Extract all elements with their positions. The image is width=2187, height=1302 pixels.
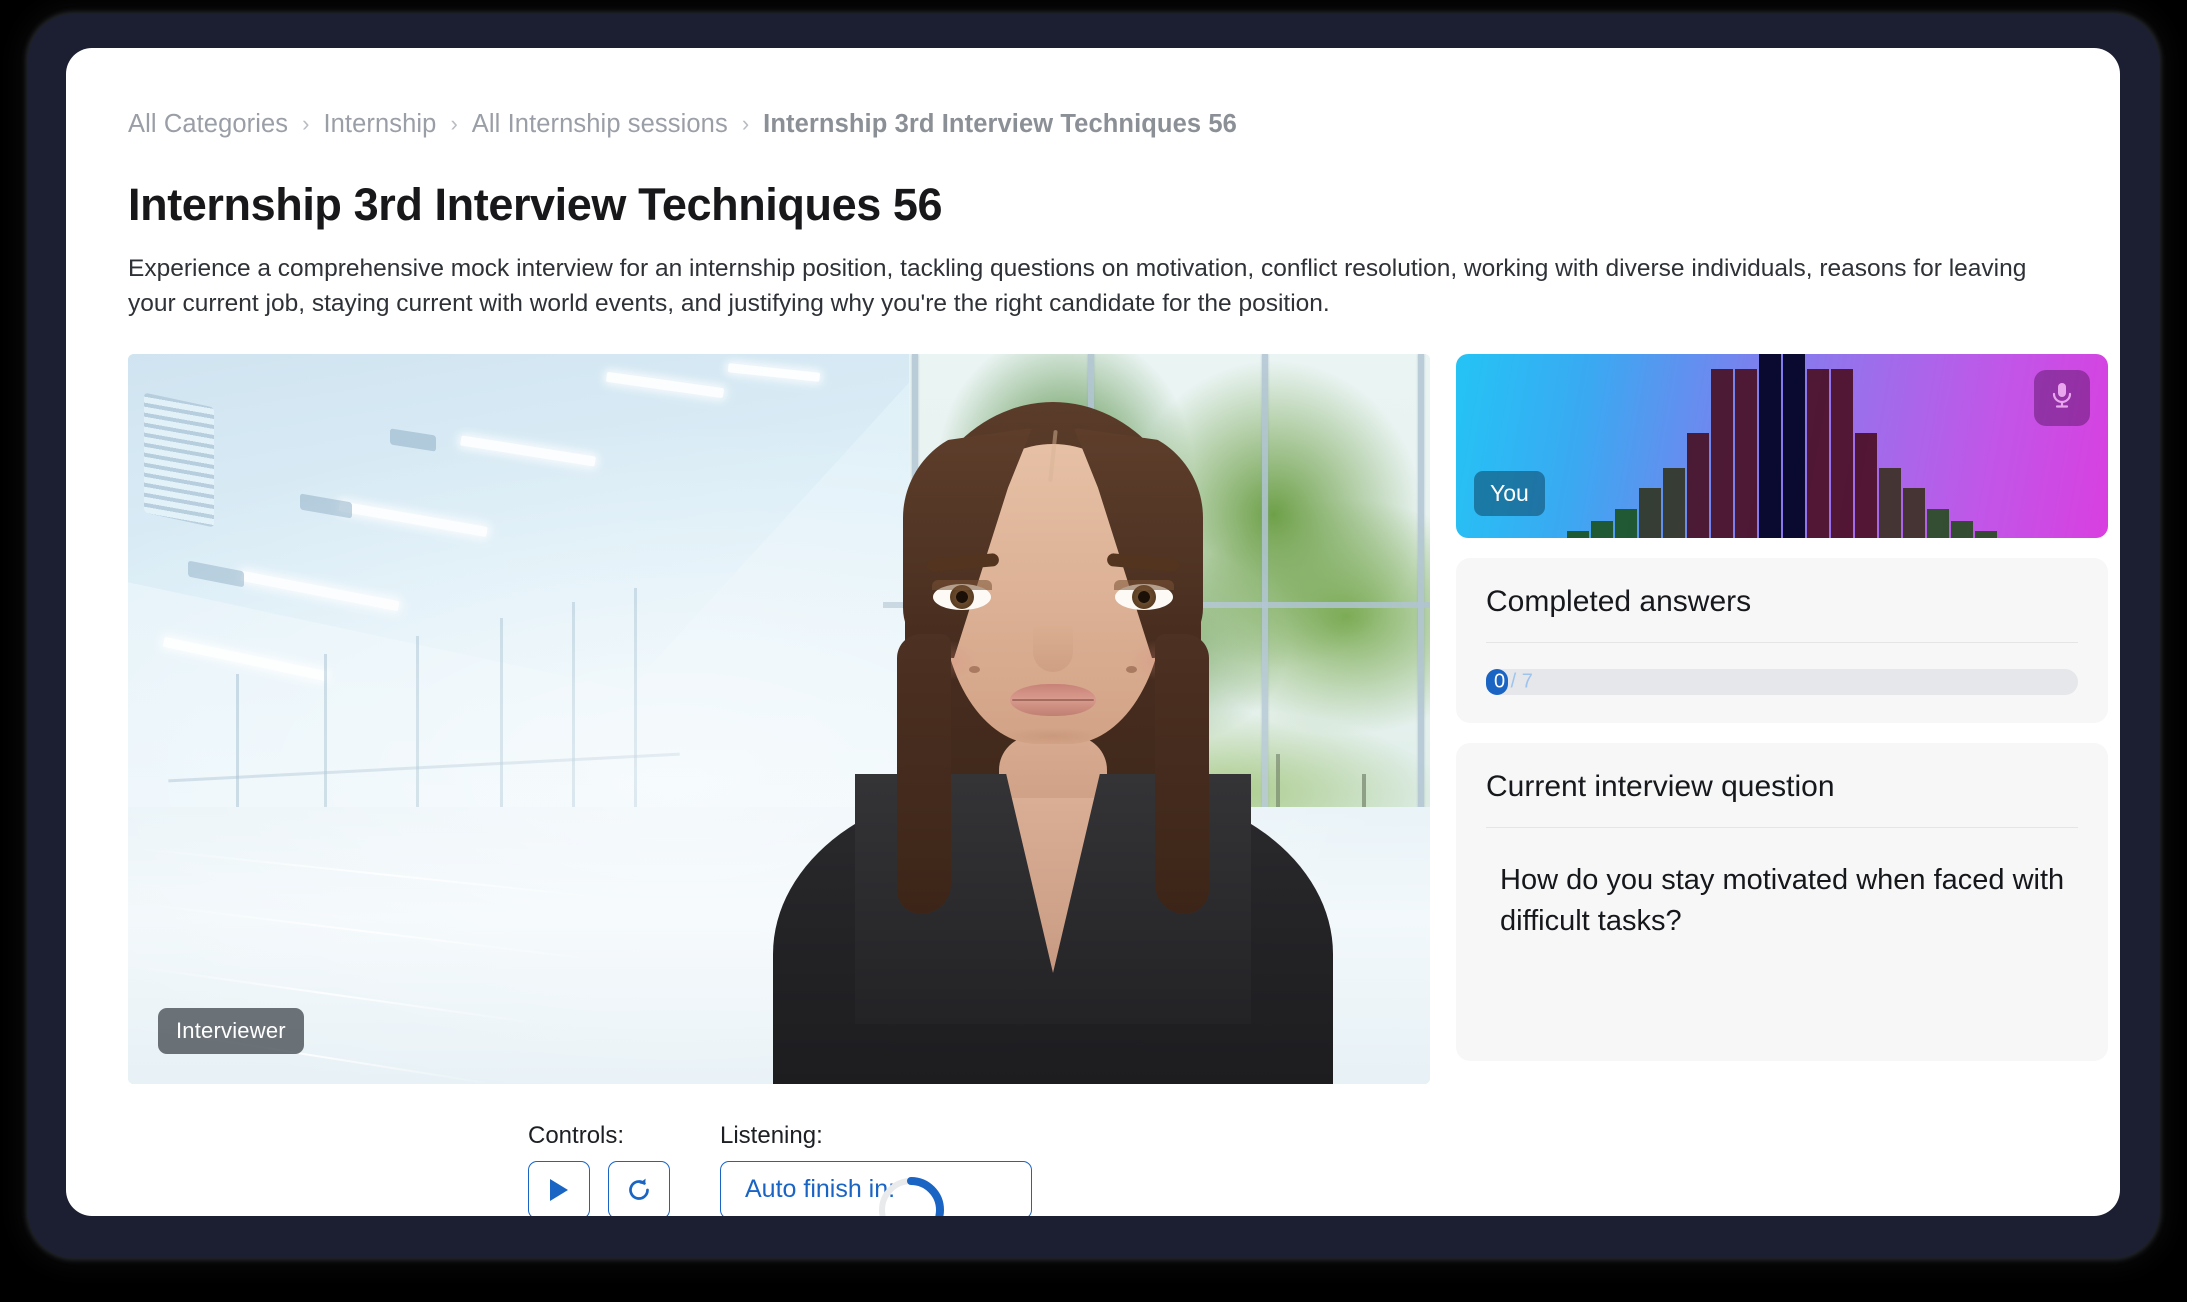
nostril-right bbox=[1126, 666, 1137, 673]
countdown-spinner-icon bbox=[875, 1174, 947, 1216]
current-question-text: How do you stay motivated when faced wit… bbox=[1486, 854, 2078, 942]
playback-controls-row: Controls: bbox=[128, 1124, 1430, 1216]
nostril-left bbox=[969, 666, 980, 673]
chevron-right-icon: › bbox=[728, 113, 763, 135]
controls-label: Controls: bbox=[528, 1124, 670, 1148]
progress-text: 0 / 7 bbox=[1494, 670, 1533, 693]
page-title: Internship 3rd Interview Techniques 56 bbox=[128, 180, 2058, 230]
restart-button[interactable] bbox=[608, 1161, 670, 1216]
audio-bar bbox=[1687, 433, 1709, 538]
eyelid-right bbox=[1114, 580, 1174, 590]
audio-bar bbox=[1567, 531, 1589, 538]
restart-icon bbox=[625, 1176, 653, 1204]
lip-line bbox=[1012, 699, 1094, 701]
chevron-right-icon: › bbox=[288, 113, 323, 135]
current-question-title: Current interview question bbox=[1486, 769, 2078, 805]
app-window-frame: All Categories › Internship › All Intern… bbox=[28, 14, 2159, 1258]
completed-answers-title: Completed answers bbox=[1486, 584, 2078, 620]
audio-bar bbox=[1927, 509, 1949, 538]
current-question-panel: Current interview question How do you st… bbox=[1456, 743, 2108, 1061]
completed-answers-panel: Completed answers 0 / 7 bbox=[1456, 558, 2108, 723]
audio-bar bbox=[1807, 369, 1829, 538]
controls-group: Controls: bbox=[528, 1124, 670, 1216]
eyelid-left bbox=[932, 580, 992, 590]
breadcrumb: All Categories › Internship › All Intern… bbox=[128, 110, 2058, 140]
audio-bar bbox=[1831, 369, 1853, 538]
auto-finish-label: Auto finish in: bbox=[745, 1175, 895, 1204]
breadcrumb-item-internship[interactable]: Internship bbox=[323, 112, 436, 138]
audio-visualizer[interactable]: You bbox=[1456, 354, 2108, 538]
listening-label: Listening: bbox=[720, 1124, 1032, 1148]
play-button[interactable] bbox=[528, 1161, 590, 1216]
audio-bar bbox=[1783, 354, 1805, 538]
audio-bars bbox=[1456, 354, 2108, 538]
page-description: Experience a comprehensive mock intervie… bbox=[128, 252, 2058, 322]
chin-shadow bbox=[1005, 728, 1101, 744]
progress-separator: / bbox=[1505, 670, 1522, 692]
nose bbox=[1033, 612, 1073, 672]
interviewer-video[interactable]: Interviewer bbox=[128, 354, 1430, 1084]
audio-bar bbox=[1711, 369, 1733, 538]
progress-total-count: 7 bbox=[1522, 670, 1533, 692]
session-sidebar: You bbox=[1456, 354, 2108, 1081]
interviewer-badge: Interviewer bbox=[158, 1008, 304, 1054]
breadcrumb-item-all-internship-sessions[interactable]: All Internship sessions bbox=[472, 112, 728, 138]
auto-finish-timer[interactable]: Auto finish in: bbox=[720, 1161, 1032, 1216]
audio-bar bbox=[1759, 354, 1781, 538]
you-badge: You bbox=[1474, 471, 1545, 516]
video-column: Interviewer Controls: bbox=[128, 354, 1430, 1216]
audio-bar bbox=[1975, 531, 1997, 538]
audio-bar bbox=[1879, 468, 1901, 538]
chevron-right-icon: › bbox=[436, 113, 471, 135]
audio-bar bbox=[1663, 468, 1685, 538]
interviewer-person bbox=[773, 384, 1333, 1084]
audio-bar bbox=[1903, 488, 1925, 538]
audio-bar bbox=[1855, 433, 1877, 538]
mic-button[interactable] bbox=[2034, 370, 2090, 426]
hair-strand-left bbox=[897, 634, 951, 914]
divider bbox=[1486, 827, 2078, 828]
page-card: All Categories › Internship › All Intern… bbox=[66, 48, 2120, 1216]
breadcrumb-item-all-categories[interactable]: All Categories bbox=[128, 112, 288, 138]
breadcrumb-item-current: Internship 3rd Interview Techniques 56 bbox=[763, 112, 1237, 138]
play-icon bbox=[546, 1176, 572, 1204]
audio-bar bbox=[1591, 521, 1613, 538]
audio-bar bbox=[1639, 488, 1661, 538]
divider bbox=[1486, 642, 2078, 643]
completed-answers-progress: 0 / 7 bbox=[1486, 669, 2078, 695]
progress-completed-count: 0 bbox=[1494, 670, 1505, 692]
audio-bar bbox=[1615, 509, 1637, 538]
microphone-icon bbox=[2049, 380, 2075, 415]
audio-bar bbox=[1951, 521, 1973, 538]
hair-strand-right bbox=[1155, 634, 1209, 914]
audio-bar bbox=[1735, 369, 1757, 538]
listening-group: Listening: Auto finish in: bbox=[720, 1124, 1032, 1216]
